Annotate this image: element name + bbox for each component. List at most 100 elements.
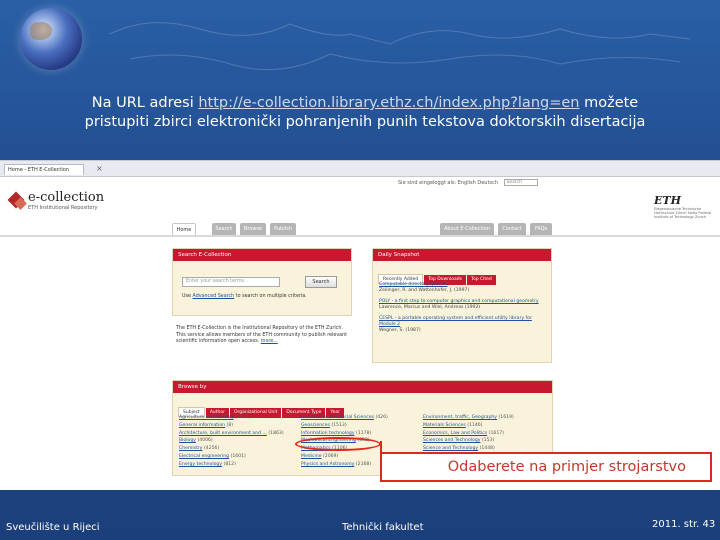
world-map-background [109,22,691,71]
browse-panel-title: Browse by [173,381,552,393]
subject-column-1: Agriculture and forestry (1411) General … [179,414,301,469]
search-panel: Search E-Collection Enter your search te… [172,248,352,316]
snapshot-list: Computable directory queries Zeilinger, R… [379,282,545,339]
subject-link[interactable]: Physics and Astronomy [301,462,354,467]
about-text: The ETH E-Collection is the Institutiona… [176,326,352,346]
nav-home[interactable]: Home [172,223,196,235]
subject-item: Energy technology (812) [179,461,301,469]
nav-browse[interactable]: Browse [240,223,266,235]
subject-link[interactable]: Humanities and Social Sciences [301,415,374,420]
subject-link[interactable]: Sciences and Technology [423,438,481,443]
e-collection-logo-icon [8,191,28,211]
subject-link[interactable]: Chemistry [179,446,203,451]
snapshot-tabs: Recently Added Top Downloads Top Cited [378,265,497,285]
highlight-oval [295,437,381,451]
eth-subtitle: Eidgenössische Technische Hochschule Zür… [654,207,712,219]
subject-item: Humanities and Social Sciences (426) [301,414,423,422]
nav-contact[interactable]: Contact [498,223,526,235]
subject-link[interactable]: Materials Sciences [423,423,466,428]
subject-item: General information (8) [179,422,301,430]
subject-count: (1617) [488,430,504,436]
subject-count: (1601) [230,453,246,459]
daily-snapshot-panel: Daily Snapshot Recently Added Top Downloa… [372,248,552,363]
top-search-input[interactable]: Search [503,179,538,186]
search-button[interactable]: Search [305,276,337,288]
list-item: Computable directory queries Zeilinger, R… [379,282,545,294]
nav-search[interactable]: Search [212,223,236,235]
eth-name: ETH [654,194,681,207]
subject-count: (1863) [268,430,284,436]
subject-link[interactable]: Biology [179,438,196,443]
subject-count: (2168) [355,461,372,467]
logo-subtitle: ETH Institutional Repository [28,205,98,211]
subject-item: Agriculture and forestry (1411) [179,414,301,422]
subject-link[interactable]: Science and Technology [423,446,478,451]
footer-page-number: 2011. str. 43 [652,519,716,530]
nav-faqs[interactable]: FAQs [530,223,552,235]
close-tab-icon[interactable]: × [96,164,103,173]
logo-title: e-collection [28,190,105,205]
subject-link[interactable]: Electrical engineering [179,454,229,459]
e-collection-logo[interactable]: e-collection ETH Institutional Repositor… [8,191,104,212]
nav-publish[interactable]: Publish [270,223,296,235]
snapshot-item-authors: Lawrence, Marcus and Wiel, Andreas (1992… [379,305,481,310]
subject-count: (4256) [203,446,220,452]
list-item: POLY - a first step to computer graphics… [379,299,545,311]
subject-link[interactable]: Medicine [301,454,322,459]
subject-count: (4006) [197,438,213,444]
subject-count: (812) [223,461,236,467]
subject-count: (1619) [498,415,514,420]
subject-link[interactable]: Economics, Law and Politics [423,431,487,436]
eth-logo[interactable]: ETH Eidgenössische Technische Hochschule… [654,194,718,219]
subject-count: (1513) [331,422,347,428]
subject-count: (153) [481,438,495,444]
nav-about[interactable]: About E-Collection [440,223,494,235]
search-input[interactable]: Enter your search terms [182,277,280,287]
footer-university: Sveučilište u Rijeci [6,522,100,533]
browse-tabs: Subject Author Organizational Unit Document… [178,398,345,418]
nav-divider [0,235,720,237]
subject-item: Chemistry (4256) [179,445,301,453]
subject-item: Economics, Law and Politics (1617) [423,430,545,438]
subject-count: (1448) [479,446,495,452]
subject-count: (8) [226,422,234,428]
subject-count: (2069) [323,453,339,459]
caption-prefix: Na URL adresi [91,95,199,111]
main-nav: Home Search Browse Publish About E-Colle… [172,223,556,235]
snapshot-item-authors: Wegner, S. (1987) [379,328,421,333]
hint-prefix: Use [182,294,193,299]
subject-item: Geosciences (1513) [301,422,423,430]
collection-url-link[interactable]: http://e-collection.library.ethz.ch/inde… [198,95,579,111]
subject-link[interactable]: Information technology [301,431,355,436]
subject-link[interactable]: General information [179,423,225,428]
language-links[interactable]: Sie sind eingeloggt als: English Deutsch [398,180,498,186]
globe-image [20,8,82,70]
hint-suffix: to search on multiple criteria. [234,294,307,299]
subject-link[interactable]: Architecture, built environment and ... [179,431,267,436]
browser-screenshot: Home - ETH E-Collection × Sie sind einge… [0,160,720,490]
about-more-link[interactable]: more... [261,339,278,344]
subject-count: (1411) [235,415,251,420]
footer-faculty: Tehnički fakultet [342,522,424,533]
subject-count: (1146) [467,422,483,428]
search-panel-title: Search E-Collection [173,249,351,261]
browser-tab-bar: Home - ETH E-Collection × [0,161,720,177]
subject-column-3: Environment, traffic, Geography (1619) M… [423,414,545,453]
subject-item: Biology (4006) [179,437,301,445]
caption-line-2: pristupiti zbirci elektronički pohranjen… [84,114,646,130]
subject-link[interactable]: Environment, traffic, Geography [423,415,497,420]
subject-item: Architecture, built environment and ... … [179,430,301,438]
advanced-search-link[interactable]: Advanced Search [193,294,235,299]
subject-link[interactable]: Energy technology [179,462,222,467]
subject-link[interactable]: Geosciences [301,423,330,428]
list-item: CESPL - a portable operating system and … [379,316,545,334]
subject-item: Sciences and Technology (153) [423,437,545,445]
slide-caption: Na URL adresi http://e-collection.librar… [40,94,690,132]
subject-link[interactable]: Agriculture and forestry [179,415,234,420]
daily-snapshot-title: Daily Snapshot [373,249,551,261]
advanced-search-hint: Use Advanced Search to search on multipl… [182,294,307,299]
snapshot-item-title[interactable]: CESPL - a portable operating system and … [379,316,545,328]
subject-count: (1178) [356,430,372,436]
subject-item: Information technology (1178) [301,430,423,438]
browser-tab[interactable]: Home - ETH E-Collection [4,164,84,175]
